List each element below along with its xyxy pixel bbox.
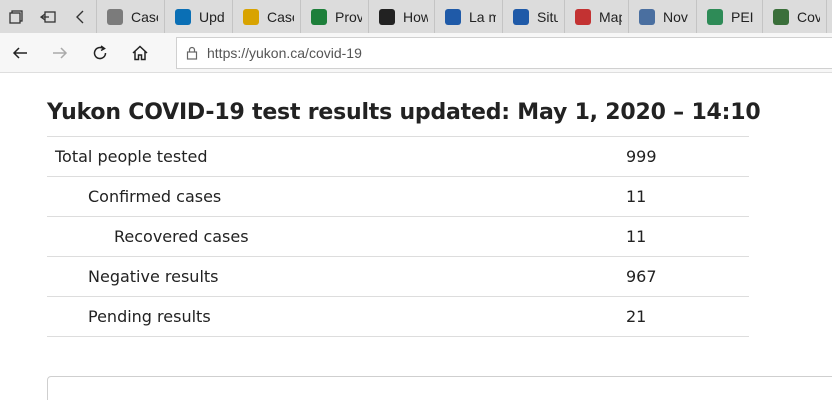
home-icon[interactable] — [120, 33, 160, 73]
browser-tab[interactable]: Case — [96, 0, 164, 33]
tab-title: How — [403, 8, 428, 25]
tab-title: La m — [469, 8, 496, 25]
nova-scotia-icon — [639, 8, 655, 25]
lock-icon[interactable] — [177, 46, 207, 60]
browser-tab[interactable]: Upd — [164, 0, 232, 33]
browser-tab[interactable]: Case — [232, 0, 300, 33]
quebec-fleur-de-lis-icon — [513, 8, 529, 25]
tab-strip: Case Upd Case Prov How La m Situ Map Nov PEI ( Cov — [0, 0, 832, 33]
browser-tab[interactable]: La m — [434, 0, 502, 33]
browser-tab[interactable]: How — [368, 0, 434, 33]
row-label: Confirmed cases — [47, 176, 626, 217]
tab-title: Map — [599, 8, 622, 25]
row-label: Negative results — [47, 256, 626, 297]
row-label: Recovered cases — [47, 216, 626, 257]
refresh-icon[interactable] — [80, 33, 120, 73]
page-icon — [107, 8, 123, 25]
browser-tab[interactable]: PEI ( — [696, 0, 762, 33]
table-row: Pending results 21 — [47, 296, 749, 337]
tab-title: Cov — [797, 8, 820, 25]
test-results-table: Total people tested 999 Confirmed cases 11 R… — [47, 136, 749, 337]
browser-tab[interactable]: Prov — [300, 0, 368, 33]
browser-tab[interactable]: Map — [564, 0, 628, 33]
manitoba-icon — [311, 8, 327, 25]
row-value: 21 — [626, 296, 749, 337]
forward-icon[interactable] — [40, 33, 80, 73]
browser-tab[interactable] — [826, 0, 832, 33]
scroll-tabs-left-icon[interactable] — [64, 0, 96, 33]
navigation-bar: https://yukon.ca/covid-19 — [0, 33, 832, 73]
page-content: Yukon COVID-19 test results updated: May… — [47, 73, 832, 337]
content-card — [47, 376, 832, 400]
address-bar[interactable]: https://yukon.ca/covid-19 — [176, 37, 832, 69]
set-tabs-aside-icon[interactable] — [32, 0, 64, 33]
ontario-trillium-icon — [379, 8, 395, 25]
browser-tab[interactable]: Cov — [762, 0, 826, 33]
tab-title: Situ — [537, 8, 558, 25]
quebec-fleur-de-lis-icon — [445, 8, 461, 25]
tab-title: Case — [267, 8, 294, 25]
candle-icon — [243, 8, 259, 25]
row-value: 11 — [626, 216, 749, 257]
url-text[interactable]: https://yukon.ca/covid-19 — [207, 45, 362, 61]
page-title: Yukon COVID-19 test results updated: May… — [47, 100, 761, 125]
table-row: Total people tested 999 — [47, 136, 749, 177]
row-label: Pending results — [47, 296, 626, 337]
tab-title: Nov — [663, 8, 688, 25]
browser-tab[interactable]: Situ — [502, 0, 564, 33]
table-row: Negative results 967 — [47, 256, 749, 297]
tab-title: Prov — [335, 8, 362, 25]
new-brunswick-icon — [575, 8, 591, 25]
pei-icon — [707, 8, 723, 25]
back-icon[interactable] — [0, 33, 40, 73]
tab-title: Upd — [199, 8, 225, 25]
alberta-icon — [175, 8, 191, 25]
row-value: 11 — [626, 176, 749, 217]
row-value: 967 — [626, 256, 749, 297]
table-row: Recovered cases 11 — [47, 216, 749, 257]
row-value: 999 — [626, 136, 749, 177]
browser-tab[interactable]: Nov — [628, 0, 696, 33]
row-label: Total people tested — [47, 136, 626, 177]
tab-title: PEI ( — [731, 8, 756, 25]
tab-actions-icon[interactable] — [0, 0, 32, 33]
globe-icon — [773, 8, 789, 25]
table-row: Confirmed cases 11 — [47, 176, 749, 217]
tab-title: Case — [131, 8, 158, 25]
